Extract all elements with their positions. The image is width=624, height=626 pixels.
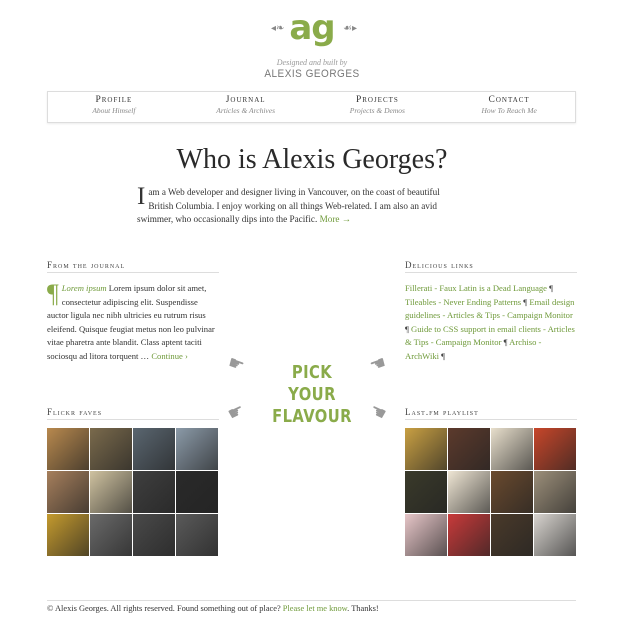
more-link[interactable]: More → xyxy=(320,214,351,224)
pilcrow-icon: ¶ xyxy=(47,279,59,308)
flickr-photo-thumbnail[interactable] xyxy=(47,428,89,470)
logo-byline: Designed and built by xyxy=(276,58,348,67)
site-logo[interactable]: ag Designed and built by ALEXIS GEORGES xyxy=(0,8,624,81)
flickr-photo-thumbnail[interactable] xyxy=(47,514,89,556)
album-cover-thumbnail[interactable] xyxy=(534,428,576,470)
nav-subtitle: How To Reach Me xyxy=(481,106,537,115)
album-cover-thumbnail[interactable] xyxy=(491,428,533,470)
nav-subtitle: About Himself xyxy=(92,106,136,115)
flickr-photo-thumbnail[interactable] xyxy=(176,514,218,556)
flickr-photo-thumbnail[interactable] xyxy=(90,471,132,513)
flickr-photo-grid xyxy=(47,428,218,556)
ornament-left-icon: ◂❧ xyxy=(271,23,285,34)
footer-text: © Alexis Georges. All rights reserved. F… xyxy=(47,604,283,613)
lastfm-album-grid xyxy=(405,428,576,556)
album-cover-thumbnail[interactable] xyxy=(405,428,447,470)
pointing-hand-icon: ☛ xyxy=(366,399,390,425)
intro-paragraph: I am a Web developer and designer living… xyxy=(137,183,459,227)
nav-subtitle: Articles & Archives xyxy=(216,106,275,115)
journal-heading: From the journal xyxy=(47,260,219,273)
nav-journal[interactable]: Journal Articles & Archives xyxy=(180,92,312,122)
album-cover-thumbnail[interactable] xyxy=(491,471,533,513)
journal-excerpt: ¶ Lorem ipsum Lorem ipsum dolor sit amet,… xyxy=(47,279,219,363)
footer: © Alexis Georges. All rights reserved. F… xyxy=(47,600,576,613)
pick-line-2: FLAVOUR xyxy=(272,406,352,427)
flickr-photo-thumbnail[interactable] xyxy=(176,471,218,513)
flickr-heading: Flickr faves xyxy=(47,407,219,420)
delicious-heading: Delicious links xyxy=(405,260,577,273)
album-cover-thumbnail[interactable] xyxy=(448,514,490,556)
journal-post-link[interactable]: Lorem ipsum xyxy=(62,283,107,293)
album-cover-thumbnail[interactable] xyxy=(405,514,447,556)
delicious-link[interactable]: Guide to CSS support in email clients - … xyxy=(405,324,575,348)
flickr-photo-thumbnail[interactable] xyxy=(47,471,89,513)
album-cover-thumbnail[interactable] xyxy=(491,514,533,556)
nav-title: Journal xyxy=(225,95,266,105)
link-separator: ¶ xyxy=(439,350,446,361)
delicious-link[interactable]: Fillerati - Faux Latin is a Dead Languag… xyxy=(405,283,547,293)
flickr-photo-thumbnail[interactable] xyxy=(90,514,132,556)
album-cover-thumbnail[interactable] xyxy=(405,471,447,513)
nav-title: Contact xyxy=(488,95,530,105)
album-cover-thumbnail[interactable] xyxy=(534,471,576,513)
lastfm-heading: Last.fm playlist xyxy=(405,407,577,420)
intro-dropcap: I xyxy=(137,183,146,210)
logo-mark[interactable]: ag xyxy=(0,8,624,48)
main-nav: Profile About Himself Journal Articles &… xyxy=(47,91,576,123)
footer-thanks: . Thanks! xyxy=(347,604,379,613)
flickr-photo-thumbnail[interactable] xyxy=(133,428,175,470)
nav-subtitle: Projects & Demos xyxy=(349,106,405,115)
nav-profile[interactable]: Profile About Himself xyxy=(48,92,180,122)
album-cover-thumbnail[interactable] xyxy=(448,428,490,470)
delicious-link[interactable]: Tileables - Never Ending Patterns xyxy=(405,297,521,307)
pick-line-1: PICK YOUR xyxy=(288,362,336,405)
continue-link[interactable]: Continue › xyxy=(151,351,188,361)
album-cover-thumbnail[interactable] xyxy=(448,471,490,513)
nav-contact[interactable]: Contact How To Reach Me xyxy=(443,92,575,122)
ornament-right-icon: ☙▸ xyxy=(343,23,357,34)
logo-author-name: ALEXIS GEORGES xyxy=(264,68,360,81)
contact-link[interactable]: Please let me know xyxy=(283,604,347,613)
flickr-photo-thumbnail[interactable] xyxy=(133,514,175,556)
nav-title: Profile xyxy=(95,95,133,105)
journal-text: Lorem ipsum dolor sit amet, consectetur … xyxy=(47,283,215,361)
pick-your-flavour: PICK YOUR FLAVOUR xyxy=(271,362,353,428)
flickr-photo-thumbnail[interactable] xyxy=(176,428,218,470)
delicious-links: Fillerati - Faux Latin is a Dead Languag… xyxy=(405,282,577,363)
flickr-photo-thumbnail[interactable] xyxy=(90,428,132,470)
nav-title: Projects xyxy=(355,95,399,105)
intro-text: am a Web developer and designer living i… xyxy=(137,187,440,224)
pointing-hand-icon: ☛ xyxy=(224,399,248,425)
pointing-hand-icon: ☛ xyxy=(366,351,389,377)
pointing-hand-icon: ☛ xyxy=(225,351,248,377)
link-separator: ¶ xyxy=(547,283,554,293)
page-title: Who is Alexis Georges? xyxy=(176,144,448,175)
flickr-photo-thumbnail[interactable] xyxy=(133,471,175,513)
album-cover-thumbnail[interactable] xyxy=(534,514,576,556)
nav-projects[interactable]: Projects Projects & Demos xyxy=(312,92,444,122)
link-separator: ¶ xyxy=(501,337,510,347)
